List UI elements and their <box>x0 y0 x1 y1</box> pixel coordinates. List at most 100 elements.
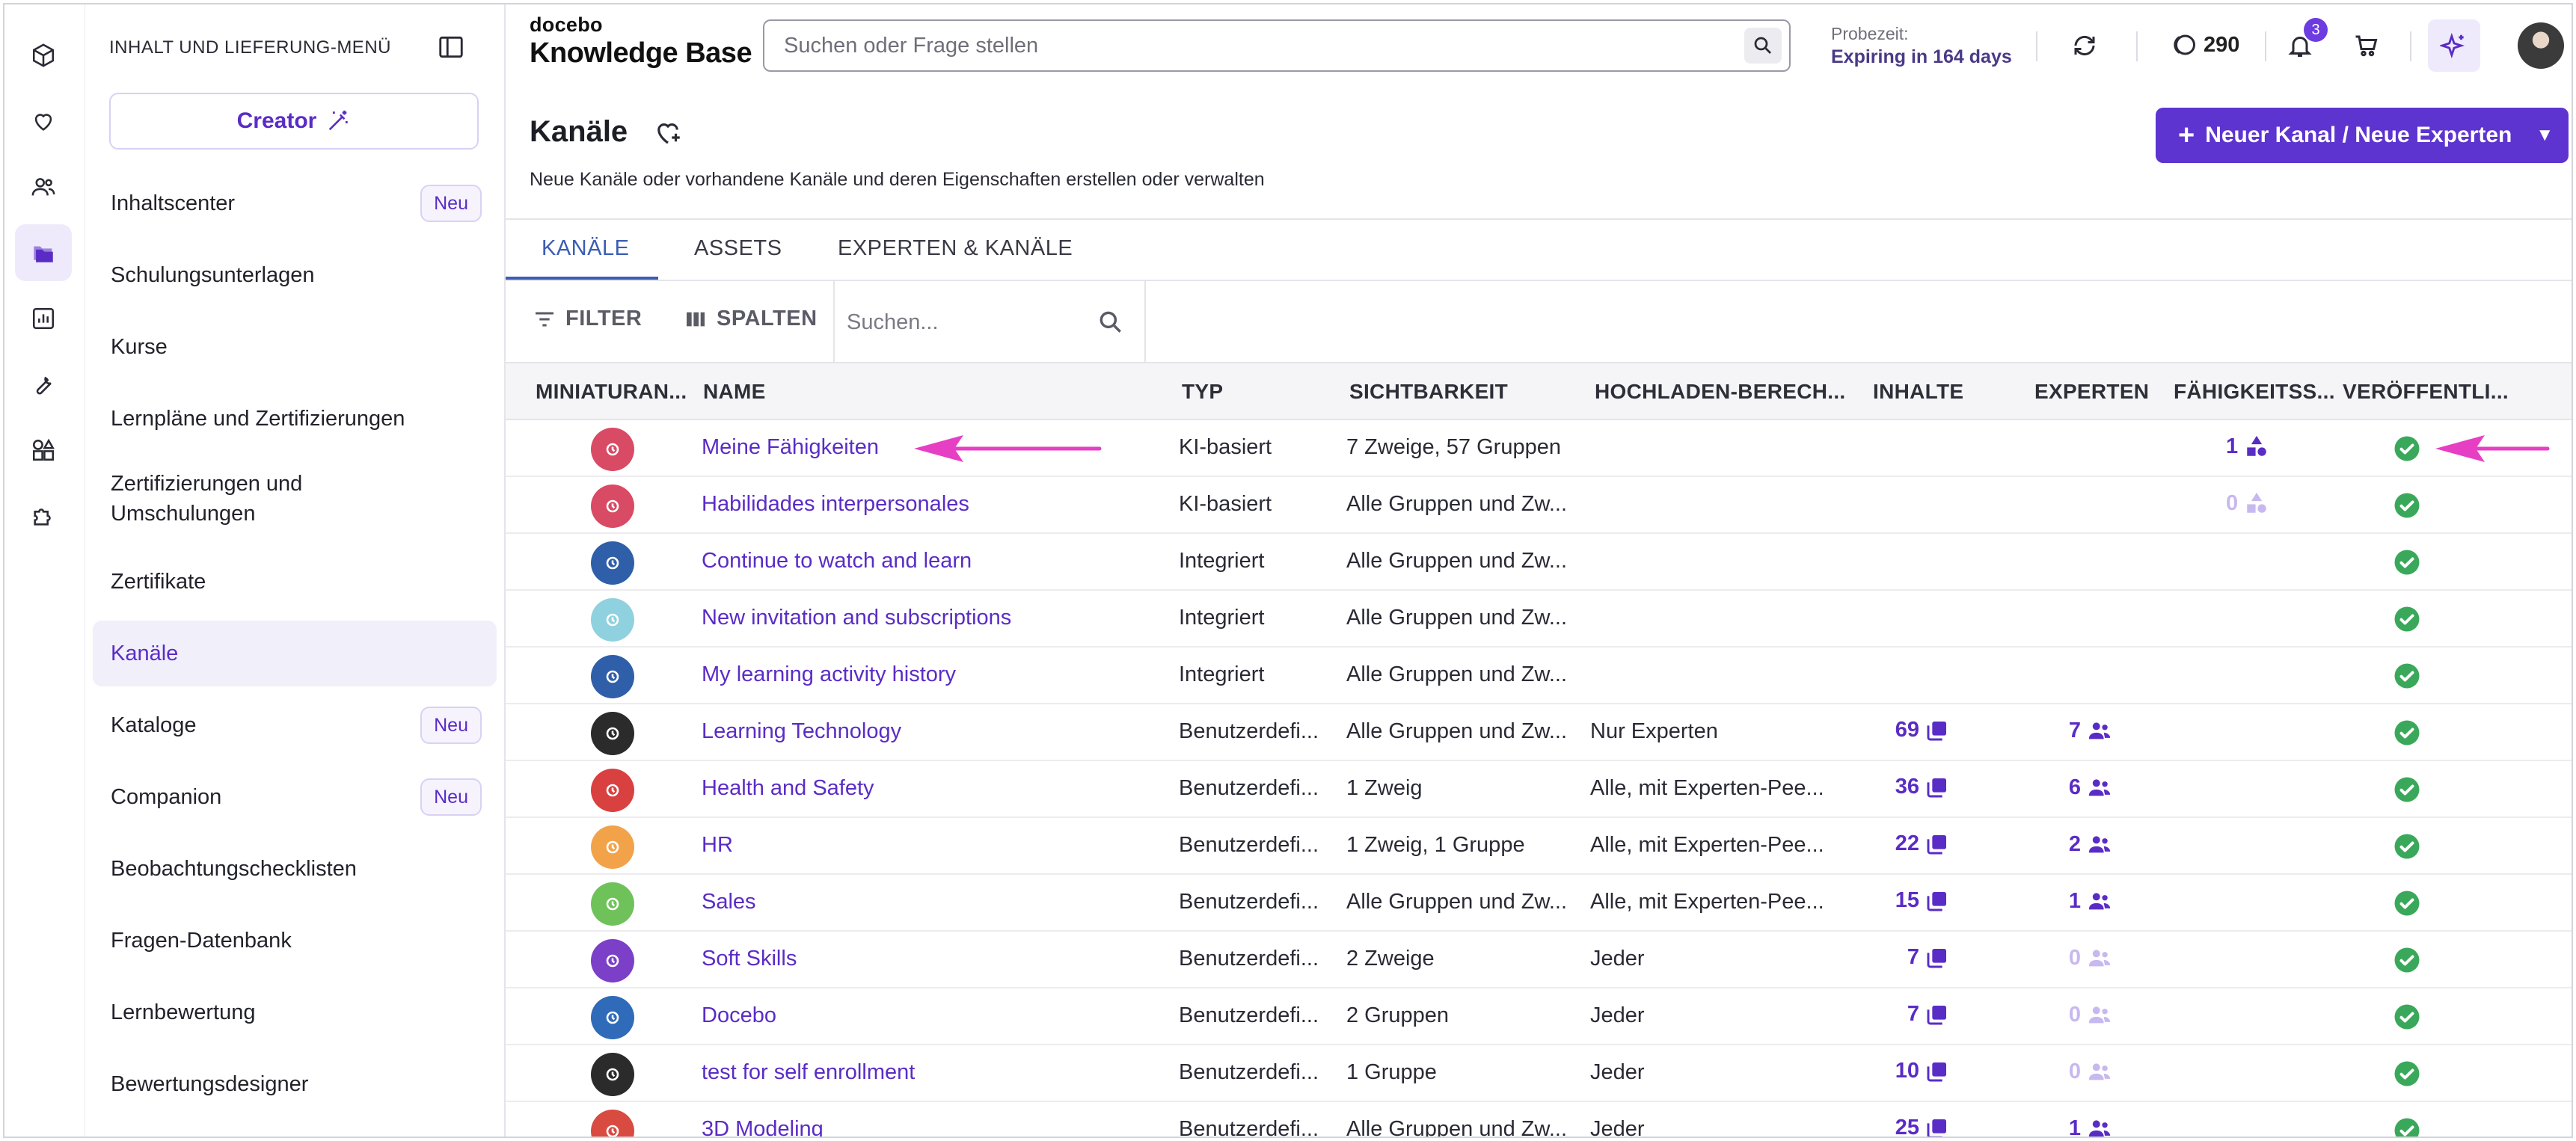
channel-name-link[interactable]: HR <box>702 833 733 858</box>
column-header-published[interactable]: VERÖFFENTLI... <box>2343 380 2509 404</box>
menu-item-inhaltscenter[interactable]: Inhaltscenter Neu <box>93 170 497 236</box>
published-check-icon[interactable] <box>2393 1117 2420 1138</box>
creator-button[interactable]: Creator <box>109 93 479 150</box>
channel-name-link[interactable]: 3D Modeling <box>702 1117 824 1137</box>
table-row[interactable]: Meine Fähigkeiten KI-basiert 7 Zweige, 57 … <box>506 420 2572 477</box>
column-header-content[interactable]: INHALTE <box>1873 380 1963 404</box>
experts-count[interactable]: 0 <box>2043 1002 2112 1027</box>
column-header-upload[interactable]: HOCHLADEN-BERECH... <box>1595 380 1845 404</box>
channel-name-link[interactable]: test for self enrollment <box>702 1060 915 1085</box>
table-row[interactable]: Habilidades interpersonales KI-basiert All… <box>506 477 2572 534</box>
menu-item-kanaele[interactable]: Kanäle <box>93 621 497 686</box>
published-check-icon[interactable] <box>2393 1003 2420 1030</box>
column-header-thumbnail[interactable]: MINIATURAN... <box>536 380 687 404</box>
collapse-menu-icon[interactable] <box>437 33 465 61</box>
skills-count[interactable]: 0 <box>2226 490 2286 516</box>
menu-item-lernbewertung[interactable]: Lernbewertung <box>93 979 497 1045</box>
trial-expiry[interactable]: Expiring in 164 days <box>1831 46 2012 68</box>
tab-assets[interactable]: ASSETS <box>694 236 782 261</box>
published-check-icon[interactable] <box>2393 833 2420 860</box>
menu-item-kataloge[interactable]: Kataloge Neu <box>93 692 497 758</box>
experts-count[interactable]: 2 <box>2043 831 2112 857</box>
menu-item-zertifizierungen[interactable]: Zertifizierungen und Umschulungen <box>93 458 482 540</box>
menu-item-zertifikate[interactable]: Zertifikate <box>93 549 497 615</box>
experts-count[interactable]: 1 <box>2043 888 2112 914</box>
filter-button[interactable]: FILTER <box>533 307 642 331</box>
channel-name-link[interactable]: Docebo <box>702 1003 776 1028</box>
menu-item-kurse[interactable]: Kurse <box>93 314 497 380</box>
column-header-type[interactable]: TYP <box>1182 380 1223 404</box>
published-check-icon[interactable] <box>2393 719 2420 746</box>
chart-icon[interactable] <box>15 290 72 347</box>
channel-name-link[interactable]: Meine Fähigkeiten <box>702 435 879 460</box>
table-row[interactable]: Learning Technology Benutzerdefi... Alle G… <box>506 704 2572 761</box>
content-count[interactable]: 7 <box>1879 945 1949 970</box>
content-count[interactable]: 25 <box>1879 1116 1949 1137</box>
published-check-icon[interactable] <box>2393 776 2420 803</box>
table-row[interactable]: test for self enrollment Benutzerdefi... 1… <box>506 1045 2572 1102</box>
tab-experten-kanaele[interactable]: EXPERTEN & KANÄLE <box>838 236 1073 261</box>
menu-item-schulungsunterlagen[interactable]: Schulungsunterlagen <box>93 242 497 308</box>
content-count[interactable]: 10 <box>1879 1059 1949 1083</box>
brand-title[interactable]: Knowledge Base <box>530 37 752 70</box>
search-icon[interactable] <box>1097 308 1125 336</box>
table-row[interactable]: 3D Modeling Benutzerdefi... Alle Gruppen u… <box>506 1102 2572 1138</box>
experts-count[interactable]: 1 <box>2043 1116 2112 1137</box>
apps-icon[interactable] <box>15 422 72 479</box>
published-check-icon[interactable] <box>2393 606 2420 633</box>
content-count[interactable]: 15 <box>1879 888 1949 913</box>
ai-sparkle-icon[interactable] <box>2428 19 2480 72</box>
channel-name-link[interactable]: Soft Skills <box>702 947 797 971</box>
channel-name-link[interactable]: Sales <box>702 890 756 914</box>
table-row[interactable]: New invitation and subscriptions Integrie… <box>506 591 2572 648</box>
published-check-icon[interactable] <box>2393 947 2420 974</box>
content-count[interactable]: 22 <box>1879 831 1949 856</box>
favorite-add-icon[interactable] <box>652 117 684 148</box>
sync-icon[interactable] <box>2066 27 2103 64</box>
folders-icon[interactable] <box>15 224 72 281</box>
cart-icon[interactable] <box>2347 27 2385 64</box>
content-count[interactable]: 7 <box>1879 1002 1949 1027</box>
menu-item-companion[interactable]: Companion Neu <box>93 764 497 830</box>
content-count[interactable]: 69 <box>1879 718 1949 742</box>
channel-name-link[interactable]: My learning activity history <box>702 662 956 687</box>
user-avatar[interactable] <box>2518 22 2564 69</box>
table-row[interactable]: HR Benutzerdefi... 1 Zweig, 1 Gruppe Alle, … <box>506 818 2572 875</box>
search-icon[interactable] <box>1744 28 1782 64</box>
published-check-icon[interactable] <box>2393 1060 2420 1087</box>
published-check-icon[interactable] <box>2393 662 2420 689</box>
menu-item-bewertungsdesigner[interactable]: Bewertungsdesigner <box>93 1051 497 1117</box>
tab-kanaele[interactable]: KANÄLE <box>542 236 629 261</box>
skills-count[interactable]: 1 <box>2226 434 2286 459</box>
experts-count[interactable]: 6 <box>2043 775 2112 800</box>
table-search-input[interactable] <box>847 307 1086 338</box>
menu-item-beobachtungschecklisten[interactable]: Beobachtungschecklisten <box>93 836 497 902</box>
cube-icon[interactable] <box>15 27 72 84</box>
table-row[interactable]: Docebo Benutzerdefi... 2 Gruppen Jeder 7 0 <box>506 988 2572 1045</box>
channel-name-link[interactable]: Learning Technology <box>702 719 901 744</box>
channel-name-link[interactable]: Health and Safety <box>702 776 874 801</box>
coins-counter[interactable]: 290 <box>2171 31 2239 58</box>
table-row[interactable]: Health and Safety Benutzerdefi... 1 Zweig A… <box>506 761 2572 818</box>
table-row[interactable]: Soft Skills Benutzerdefi... 2 Zweige Jeder … <box>506 932 2572 988</box>
content-count[interactable]: 36 <box>1879 775 1949 799</box>
table-row[interactable]: Sales Benutzerdefi... Alle Gruppen und Zw.… <box>506 875 2572 932</box>
heart-icon[interactable] <box>15 93 72 150</box>
column-header-name[interactable]: NAME <box>703 380 766 404</box>
published-check-icon[interactable] <box>2393 549 2420 576</box>
published-check-icon[interactable] <box>2393 890 2420 917</box>
wrench-icon[interactable] <box>15 356 72 413</box>
users-icon[interactable] <box>15 159 72 215</box>
column-header-skills[interactable]: FÄHIGKEITSS... <box>2174 380 2335 404</box>
column-header-experts[interactable]: EXPERTEN <box>2034 380 2149 404</box>
menu-item-lernplaene[interactable]: Lernpläne und Zertifizierungen <box>93 386 497 452</box>
columns-button[interactable]: SPALTEN <box>684 307 818 331</box>
new-channel-button[interactable]: + Neuer Kanal / Neue Experten ▼ <box>2156 108 2569 163</box>
table-row[interactable]: My learning activity history Integriert Al… <box>506 648 2572 704</box>
experts-count[interactable]: 0 <box>2043 945 2112 971</box>
table-row[interactable]: Continue to watch and learn Integriert All… <box>506 534 2572 591</box>
experts-count[interactable]: 7 <box>2043 718 2112 743</box>
published-check-icon[interactable] <box>2393 492 2420 519</box>
column-header-visibility[interactable]: SICHTBARKEIT <box>1349 380 1508 404</box>
channel-name-link[interactable]: Habilidades interpersonales <box>702 492 969 517</box>
